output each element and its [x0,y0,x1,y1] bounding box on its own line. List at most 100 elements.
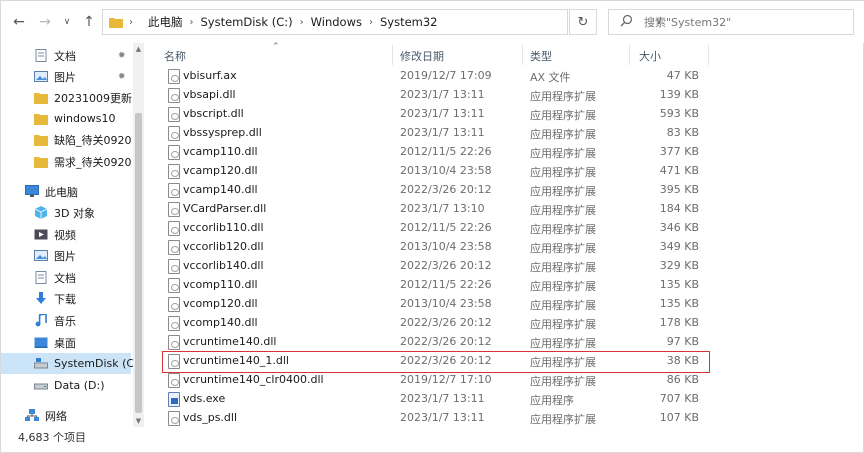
dll-file-icon [168,259,180,274]
folder-icon [34,91,48,104]
column-date[interactable]: 修改日期 [400,48,444,64]
nav-item[interactable]: 视频 [1,224,131,245]
address-toolbar: ← → ∨ ↑ › 此电脑 › SystemDisk (C:) › Windows › Sy… [1,1,864,43]
nav-item[interactable]: Data (D:) [1,375,131,396]
file-date: 2023/1/7 13:11 [400,107,485,120]
pin-icon: ✹ [118,71,126,82]
dll-file-icon [168,88,180,103]
file-row[interactable]: vbssysprep.dll 2023/1/7 13:11 应用程序扩展 83 KB [149,124,709,143]
file-type: 应用程序扩展 [530,128,596,141]
file-name: vcamp140.dll [183,183,258,196]
breadcrumb-item[interactable]: System32 [380,15,438,29]
file-name: vccorlib110.dll [183,221,264,234]
column-type[interactable]: 类型 [530,48,552,64]
downloads-icon [34,292,48,305]
dll-file-icon [168,373,180,388]
nav-item-label: SystemDisk (C:) [54,357,143,370]
file-size: 471 KB [659,164,699,177]
breadcrumb-item[interactable]: SystemDisk (C:) [201,15,293,29]
file-row[interactable]: vccorlib140.dll 2022/3/26 20:12 应用程序扩展 329 … [149,257,709,276]
file-row[interactable]: vcamp140.dll 2022/3/26 20:12 应用程序扩展 395 KB [149,181,709,200]
refresh-button[interactable]: ↻ [569,9,597,35]
file-name: VCardParser.dll [183,202,267,215]
dll-file-icon [168,202,180,217]
nav-item[interactable]: 需求_待关0920 [1,151,132,172]
file-size: 349 KB [659,240,699,253]
network-icon [25,409,39,422]
address-bar[interactable]: › 此电脑 › SystemDisk (C:) › Windows › System32 ∨ [102,9,662,35]
nav-item[interactable]: SystemDisk (C:) [1,353,142,374]
chevron-right-icon[interactable]: › [300,17,304,28]
file-date: 2023/1/7 13:10 [400,202,485,215]
nav-item[interactable]: 3D 对象 [1,202,131,223]
file-date: 2012/11/5 22:26 [400,145,492,158]
dll-file-icon [168,126,180,141]
file-row[interactable]: VCardParser.dll 2023/1/7 13:10 应用程序扩展 184 K… [149,200,709,219]
drive-icon [34,379,48,392]
file-row[interactable]: vcruntime140.dll 2022/3/26 20:12 应用程序扩展 97 … [149,333,709,352]
breadcrumb-item[interactable]: 此电脑 [148,14,183,30]
file-row[interactable]: vbisurf.ax 2019/12/7 17:09 AX 文件 47 KB [149,67,709,86]
nav-item-label: 此电脑 [45,185,78,199]
column-size[interactable]: 大小 [639,48,661,64]
file-row[interactable]: vbscript.dll 2023/1/7 13:11 应用程序扩展 593 KB [149,105,709,124]
file-row[interactable]: vcamp120.dll 2013/10/4 23:58 应用程序扩展 471 KB [149,162,709,181]
nav-item[interactable]: 桌面 [1,332,131,353]
nav-scrollbar[interactable]: ▲ ▼ [133,43,144,427]
nav-item[interactable]: windows10 [1,108,131,129]
file-type: 应用程序扩展 [530,223,596,236]
nav-scroll-thumb[interactable] [135,113,142,413]
file-size: 97 KB [666,335,699,348]
nav-item-label: 视频 [54,228,76,242]
scroll-up-icon[interactable]: ▲ [133,45,144,53]
nav-item[interactable]: 音乐 [1,310,131,331]
file-date: 2023/1/7 13:11 [400,88,485,101]
up-arrow-icon[interactable]: ↑ [79,12,99,32]
dll-file-icon [168,278,180,293]
nav-item[interactable]: 下载 [1,288,131,309]
nav-item-label: 文档 [54,271,76,285]
chevron-right-icon[interactable]: › [129,17,133,28]
column-name[interactable]: 名称 [164,48,186,64]
file-row[interactable]: vds_ps.dll 2023/1/7 13:11 应用程序扩展 107 KB [149,409,709,428]
nav-item[interactable]: 20231009更新 [1,87,132,108]
nav-item[interactable]: 文档 ✹ [1,45,131,66]
nav-item[interactable]: 文档 [1,267,131,288]
file-row[interactable]: vcruntime140_clr0400.dll 2019/12/7 17:10 应… [149,371,709,390]
nav-item-label: 图片 [54,249,76,263]
file-row[interactable]: vcomp140.dll 2022/3/26 20:12 应用程序扩展 178 KB [149,314,709,333]
breadcrumb-item[interactable]: Windows [311,15,362,29]
chevron-right-icon[interactable]: › [369,17,373,28]
file-type: 应用程序扩展 [530,280,596,293]
back-arrow-icon[interactable]: ← [9,12,29,32]
chevron-right-icon[interactable]: › [190,17,194,28]
file-row[interactable]: vcamp110.dll 2012/11/5 22:26 应用程序扩展 377 KB [149,143,709,162]
nav-item[interactable]: 图片 [1,245,131,266]
nav-item[interactable]: 缺陷_待关0920 [1,129,132,150]
file-name: vbssysprep.dll [183,126,262,139]
file-row[interactable]: vds.exe 2023/1/7 13:11 应用程序 707 KB [149,390,709,409]
nav-item-label: 图片 [54,70,76,84]
file-row[interactable]: vbsapi.dll 2023/1/7 13:11 应用程序扩展 139 KB [149,86,709,105]
scroll-down-icon[interactable]: ▼ [133,417,144,425]
file-row[interactable]: vcomp110.dll 2012/11/5 22:26 应用程序扩展 135 KB [149,276,709,295]
forward-arrow-icon[interactable]: → [35,12,55,32]
pictures-icon [34,70,48,83]
system-drive-icon [34,357,48,370]
file-row[interactable]: vcomp120.dll 2013/10/4 23:58 应用程序扩展 135 KB [149,295,709,314]
file-row[interactable]: vccorlib110.dll 2012/11/5 22:26 应用程序扩展 346 … [149,219,709,238]
nav-item[interactable]: 网络 [1,405,131,426]
dll-file-icon [168,221,180,236]
3d-objects-icon [34,206,48,219]
nav-item[interactable]: 图片 ✹ [1,66,131,87]
column-header: ⌃ 名称 修改日期 类型 大小 [149,42,855,67]
file-date: 2019/12/7 17:09 [400,69,492,82]
file-size: 139 KB [659,88,699,101]
file-name: vds_ps.dll [183,411,238,424]
file-size: 346 KB [659,221,699,234]
search-input[interactable]: 搜索"System32" [608,9,854,35]
nav-item[interactable]: 此电脑 [1,181,131,202]
recent-locations-chevron-icon[interactable]: ∨ [57,12,77,32]
file-row[interactable]: vccorlib120.dll 2013/10/4 23:58 应用程序扩展 349 … [149,238,709,257]
nav-item-label: windows10 [54,112,116,125]
